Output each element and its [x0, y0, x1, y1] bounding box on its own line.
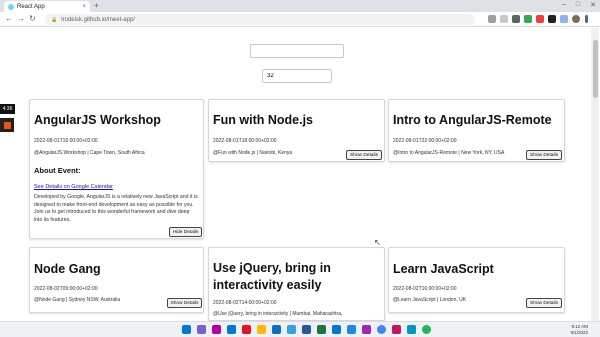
- event-card: Fun with Node.js 2022-08-01T18:00:00+02:…: [208, 99, 385, 162]
- window-controls: – □ ✕: [562, 1, 596, 9]
- react-favicon-icon: [8, 3, 14, 10]
- event-description: Developed by Google, AngularJS is a rela…: [34, 194, 198, 223]
- teams-icon[interactable]: [197, 325, 206, 334]
- clock-date: 8/1/2022: [570, 330, 588, 335]
- browser-toolbar: ← → ↻ 🔒 lrodeisk.github.io/meet-app/: [0, 12, 600, 27]
- event-card: Learn JavaScript 2022-08-02T16:00:00+02:…: [388, 247, 565, 313]
- event-location: @Use jQuery, bring in interactivity | Mu…: [213, 311, 343, 317]
- app-icon[interactable]: [287, 325, 296, 334]
- address-bar[interactable]: 🔒 lrodeisk.github.io/meet-app/: [45, 14, 475, 25]
- tab-close-icon[interactable]: ×: [82, 4, 86, 10]
- zoom-icon[interactable]: [488, 15, 496, 23]
- chrome-icon[interactable]: [377, 325, 386, 334]
- lock-icon: 🔒: [51, 16, 58, 23]
- event-location: @AngularJS Workshop | Cape Town, South A…: [34, 150, 145, 156]
- close-window-icon[interactable]: ✕: [590, 1, 596, 9]
- browser-tab-strip: React App × + – □ ✕: [0, 0, 600, 12]
- extension-icon[interactable]: [536, 15, 544, 23]
- app-icon[interactable]: [272, 325, 281, 334]
- url-text: lrodeisk.github.io/meet-app/: [61, 16, 135, 23]
- app-icon[interactable]: [407, 325, 416, 334]
- number-of-events-input[interactable]: [262, 69, 332, 83]
- event-card: Use jQuery, bring in interactivity easil…: [208, 247, 385, 321]
- event-location: @Node Gang | Sydney NSW, Australia: [34, 297, 121, 303]
- mouse-cursor-icon: ↖: [374, 238, 381, 247]
- app-icon[interactable]: [362, 325, 371, 334]
- event-date: 2022-08-01T18:00:00+02:00: [213, 138, 277, 144]
- event-title: Learn JavaScript: [393, 262, 494, 276]
- timer-text: 4:36: [2, 106, 13, 112]
- event-title-line-1: Use jQuery, bring in: [213, 261, 331, 275]
- recording-timer: 4:36: [0, 104, 15, 114]
- tab-title: React App: [17, 3, 45, 10]
- event-date: 2022-08-02T09:00:00+02:00: [34, 286, 98, 292]
- event-title: Intro to AngularJS-Remote: [393, 113, 552, 127]
- about-event-heading: About Event:: [34, 166, 81, 175]
- extension-icon[interactable]: [524, 15, 532, 23]
- reload-icon[interactable]: ↻: [29, 14, 36, 23]
- event-location: @Fun with Node.js | Nairobi, Kenya: [213, 150, 293, 156]
- event-card: Intro to AngularJS-Remote 2022-08-01T22:…: [388, 99, 565, 162]
- file-explorer-icon[interactable]: [257, 325, 266, 334]
- system-clock[interactable]: 9:12 AM 8/1/2022: [570, 324, 588, 336]
- new-tab-button[interactable]: +: [94, 1, 99, 10]
- kebab-menu-icon[interactable]: [585, 15, 588, 23]
- windows-start-icon[interactable]: [182, 325, 191, 334]
- puzzle-icon[interactable]: [560, 15, 568, 23]
- show-details-button[interactable]: Show Details: [526, 150, 562, 160]
- minimize-icon[interactable]: –: [562, 1, 566, 9]
- event-location: @Learn JavaScript | London, UK: [393, 297, 467, 303]
- extension-icon[interactable]: [512, 15, 520, 23]
- app-icon[interactable]: [392, 325, 401, 334]
- bookmark-star-icon[interactable]: [500, 15, 508, 23]
- event-location: @Intro to AngularJS-Remote | New York, N…: [393, 150, 505, 156]
- back-icon[interactable]: ←: [5, 14, 13, 23]
- hide-details-button[interactable]: Hide Details: [169, 227, 202, 237]
- show-details-button[interactable]: Show Details: [526, 298, 562, 308]
- event-title: AngularJS Workshop: [34, 113, 161, 127]
- event-date: 2022-08-01T16:00:00+02:00: [34, 138, 98, 144]
- event-title: Fun with Node.js: [213, 113, 313, 127]
- event-title-line-2: interactivity easily: [213, 278, 322, 292]
- show-details-button[interactable]: Show Details: [346, 150, 382, 160]
- app-icon[interactable]: [242, 325, 251, 334]
- browser-tab[interactable]: React App ×: [4, 1, 90, 12]
- event-card: Node Gang 2022-08-02T09:00:00+02:00 @Nod…: [29, 247, 204, 313]
- stop-icon: [3, 121, 11, 129]
- event-card: AngularJS Workshop 2022-08-01T16:00:00+0…: [29, 99, 204, 239]
- taskbar: 9:12 AM 8/1/2022: [0, 321, 600, 337]
- excel-icon[interactable]: [317, 325, 326, 334]
- google-calendar-link[interactable]: See Details on Google Calendar: [34, 184, 113, 190]
- event-date: 2022-08-01T22:00:00+02:00: [393, 138, 457, 144]
- word-icon[interactable]: [302, 325, 311, 334]
- spotify-icon[interactable]: [422, 325, 431, 334]
- event-date: 2022-08-02T16:00:00+02:00: [393, 286, 457, 292]
- outlook-icon[interactable]: [332, 325, 341, 334]
- show-details-button[interactable]: Show Details: [167, 298, 202, 308]
- event-date: 2022-08-02T14:00:00+02:00: [213, 300, 277, 306]
- onenote-icon[interactable]: [212, 325, 221, 334]
- event-title: Node Gang: [34, 262, 101, 276]
- forward-icon[interactable]: →: [17, 14, 25, 23]
- maximize-icon[interactable]: □: [576, 1, 580, 9]
- stop-recording-button[interactable]: [0, 118, 14, 132]
- avatar[interactable]: [572, 15, 580, 23]
- scrollbar-thumb[interactable]: [593, 40, 598, 98]
- app-icon[interactable]: [347, 325, 356, 334]
- city-search-input[interactable]: [250, 44, 344, 58]
- extension-icon[interactable]: [548, 15, 556, 23]
- vscode-icon[interactable]: [227, 325, 236, 334]
